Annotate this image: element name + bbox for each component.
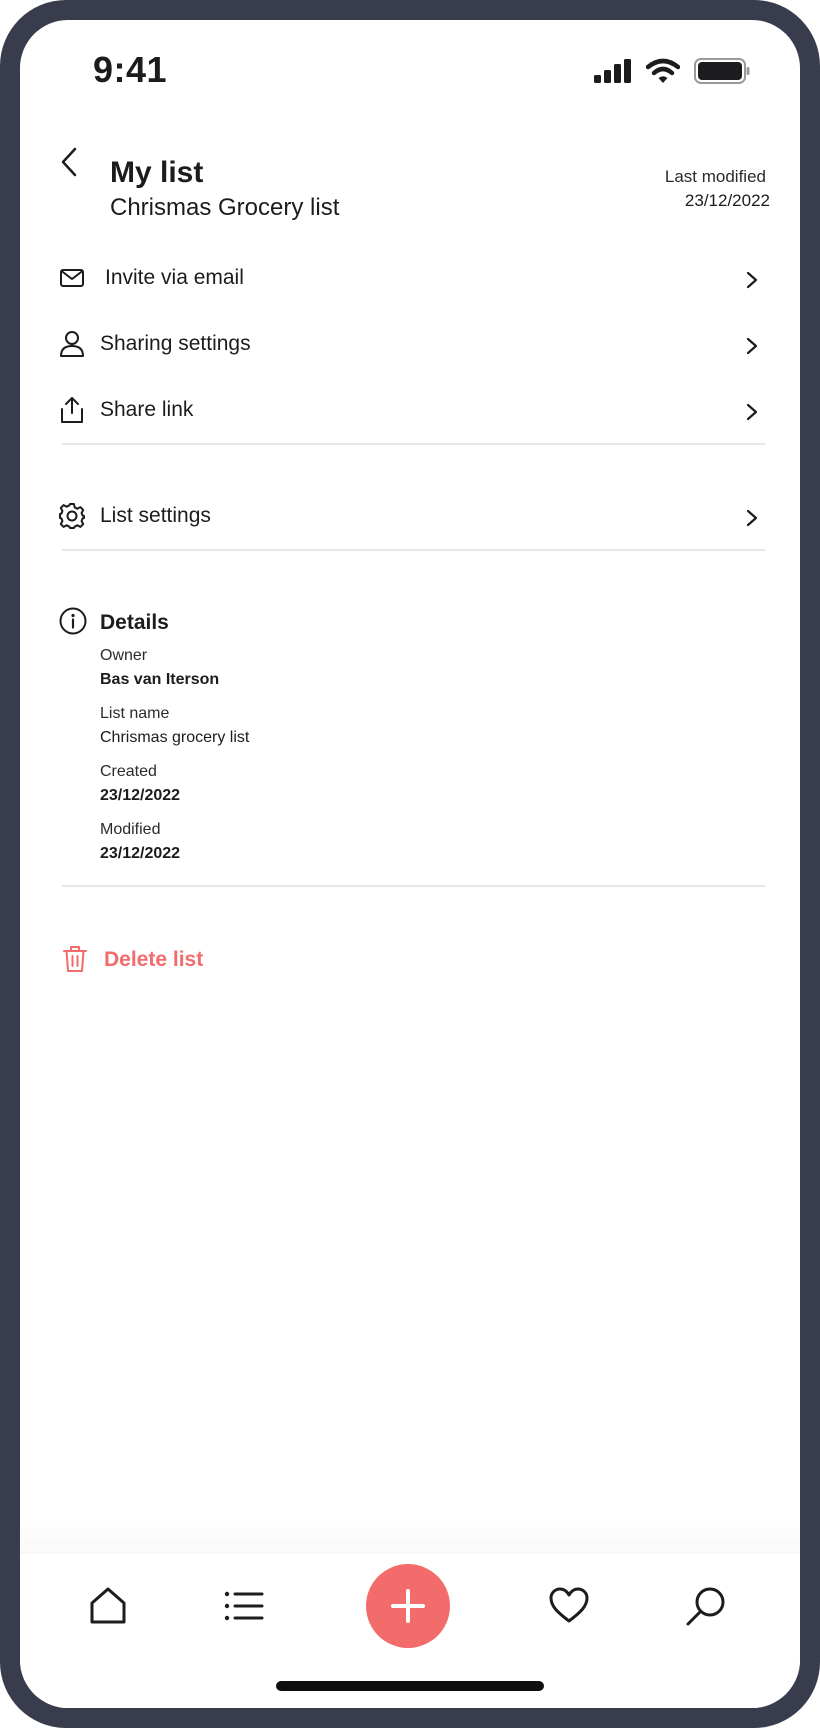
tab-home[interactable] — [86, 1584, 130, 1633]
tab-search[interactable] — [684, 1584, 728, 1633]
status-time: 9:41 — [93, 49, 168, 90]
last-modified-label: Last modified — [664, 167, 766, 186]
add-button[interactable] — [366, 1564, 450, 1648]
signal-icon — [594, 59, 631, 83]
sharing-settings-row[interactable]: Sharing settings — [20, 316, 800, 374]
heart-icon — [549, 1587, 589, 1623]
sharing-settings-label: Sharing settings — [100, 332, 251, 355]
gear-icon — [59, 503, 85, 529]
battery-icon — [694, 58, 750, 84]
created-label: Created — [100, 763, 157, 780]
list-settings-row[interactable]: List settings — [20, 488, 800, 546]
last-modified-date: 23/12/2022 — [684, 191, 770, 210]
chevron-right-icon — [746, 337, 758, 355]
chevron-right-icon — [746, 403, 758, 421]
home-indicator — [276, 1681, 544, 1691]
owner-label: Owner — [100, 647, 148, 664]
list-name-label: List name — [100, 705, 170, 722]
list-icon — [224, 1591, 264, 1621]
details-title: Details — [100, 611, 169, 634]
delete-list-button[interactable]: Delete list — [60, 938, 260, 978]
created-value: 23/12/2022 — [100, 787, 181, 804]
tab-favorites[interactable] — [547, 1584, 591, 1633]
invite-via-email-row[interactable]: Invite via email — [20, 250, 800, 308]
trash-icon — [63, 946, 87, 972]
page-title: My list — [110, 156, 204, 189]
divider — [62, 885, 765, 887]
screen: 9:41 My list Chrismas Grocery list Last … — [20, 20, 800, 1708]
user-icon — [60, 331, 84, 357]
status-icons — [594, 58, 750, 84]
info-icon — [59, 607, 87, 635]
back-button[interactable] — [50, 142, 90, 182]
delete-list-label: Delete list — [104, 948, 204, 971]
owner-value: Bas van Iterson — [100, 671, 220, 688]
page-subtitle: Chrismas Grocery list — [110, 194, 340, 221]
mail-icon — [60, 269, 84, 287]
share-link-label: Share link — [100, 398, 194, 421]
share-link-row[interactable]: Share link — [20, 382, 800, 440]
chevron-right-icon — [746, 509, 758, 527]
share-icon — [61, 397, 83, 423]
list-name-value: Chrismas grocery list — [100, 729, 250, 746]
back-icon — [61, 147, 77, 177]
chevron-right-icon — [746, 271, 758, 289]
modified-value: 23/12/2022 — [100, 845, 181, 862]
search-icon — [686, 1587, 725, 1626]
wifi-icon — [646, 58, 680, 83]
divider — [62, 549, 765, 551]
list-settings-label: List settings — [100, 504, 211, 527]
tab-lists[interactable] — [222, 1584, 266, 1633]
divider — [62, 443, 765, 445]
invite-via-email-label: Invite via email — [105, 266, 244, 289]
plus-icon — [391, 1589, 425, 1623]
device-frame: 9:41 My list Chrismas Grocery list Last … — [0, 0, 820, 1728]
modified-label: Modified — [100, 821, 161, 838]
home-icon — [90, 1587, 126, 1624]
